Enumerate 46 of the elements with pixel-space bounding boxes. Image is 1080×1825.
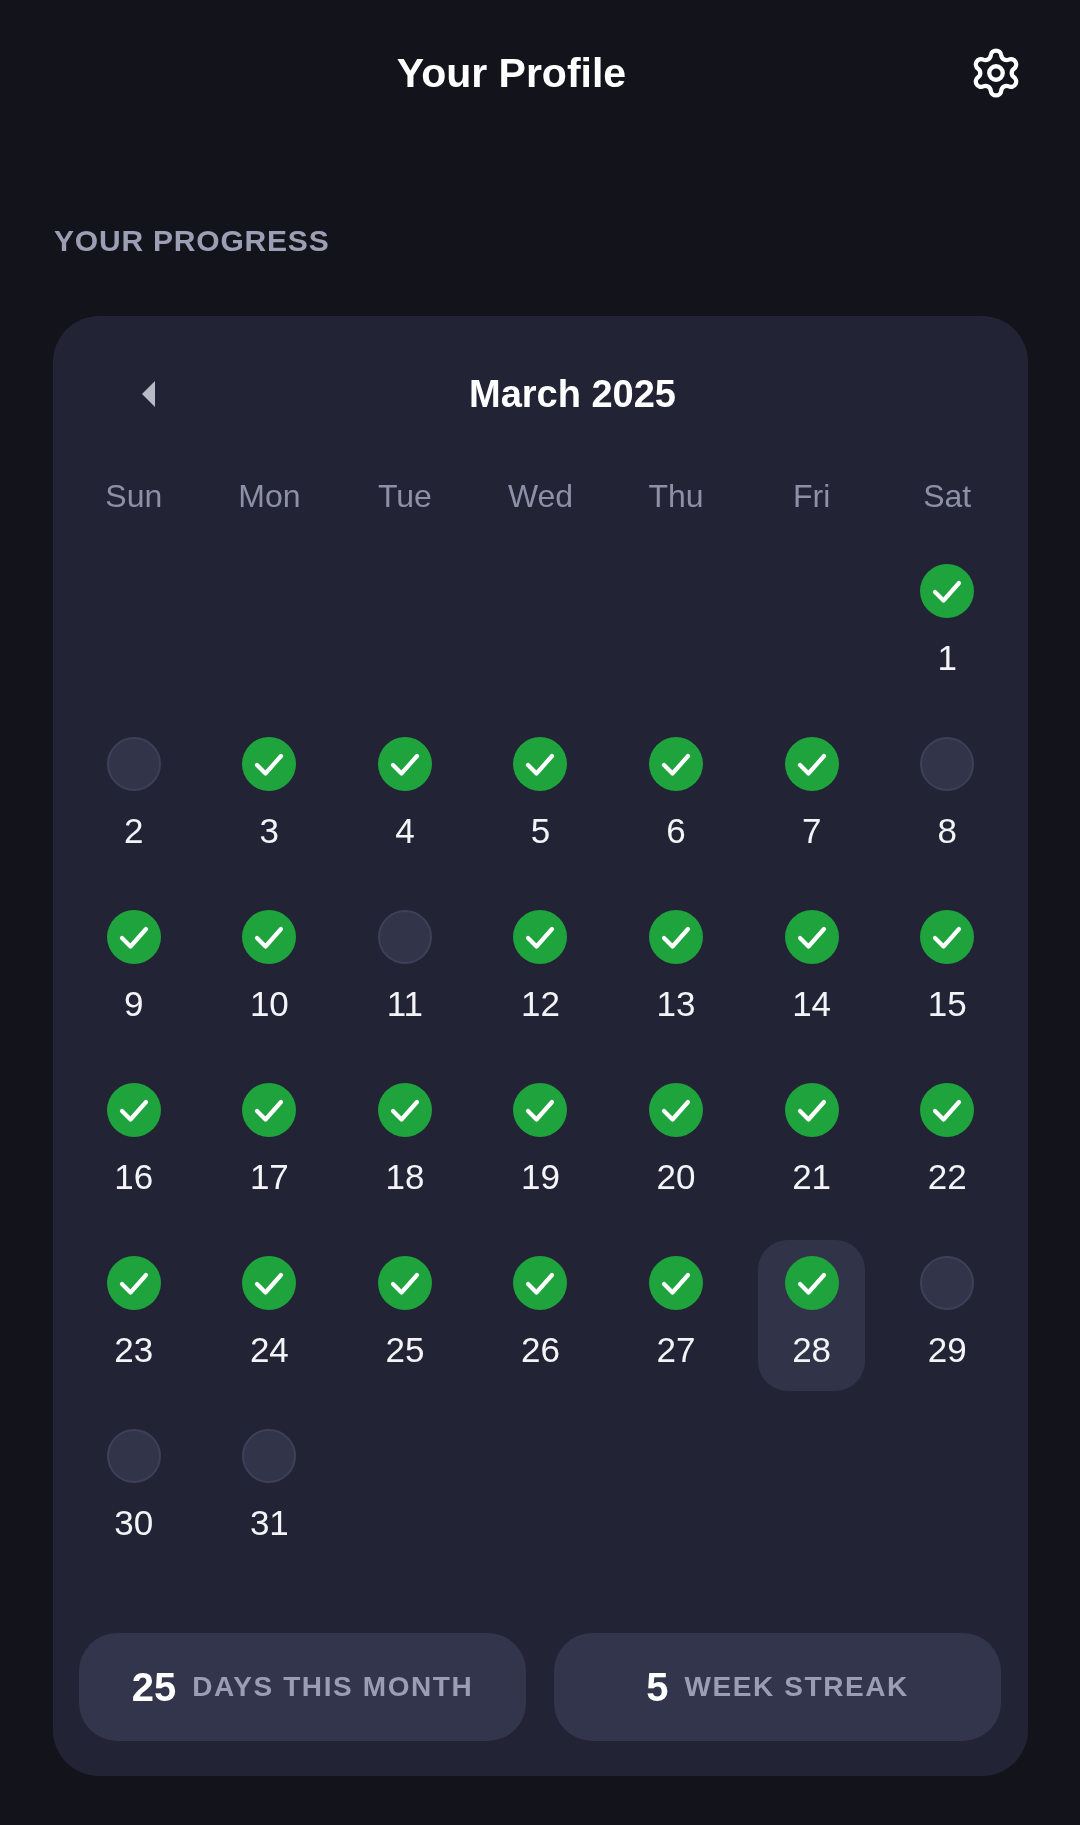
calendar-day[interactable]: 16 bbox=[80, 1067, 188, 1218]
calendar-day[interactable]: 18 bbox=[351, 1067, 459, 1218]
stat-label: WEEK STREAK bbox=[684, 1671, 909, 1703]
stat-value: 25 bbox=[131, 1664, 177, 1710]
weekday-label: Sat bbox=[922, 477, 973, 516]
calendar-day[interactable]: 4 bbox=[351, 721, 459, 872]
weekday-label: Thu bbox=[647, 477, 705, 516]
weekday-label: Wed bbox=[506, 477, 575, 516]
weekday-label: Mon bbox=[237, 477, 302, 516]
calendar-day[interactable]: 11 bbox=[351, 894, 459, 1045]
calendar-day[interactable]: 5 bbox=[487, 721, 594, 872]
weekday-label: Fri bbox=[791, 477, 832, 516]
calendar-day[interactable]: 30 bbox=[80, 1413, 188, 1564]
weekday-label: Tue bbox=[376, 477, 433, 516]
calendar-day[interactable]: 15 bbox=[893, 894, 1001, 1045]
calendar-day[interactable]: 21 bbox=[758, 1067, 866, 1218]
calendar-day[interactable]: 6 bbox=[622, 721, 730, 872]
month-title: March 2025 bbox=[468, 372, 677, 416]
calendar-day[interactable]: 14 bbox=[758, 894, 866, 1045]
calendar-day[interactable]: 23 bbox=[80, 1240, 188, 1391]
calendar-day[interactable]: 8 bbox=[893, 721, 1001, 872]
calendar-day[interactable]: 22 bbox=[893, 1067, 1001, 1218]
calendar-day[interactable]: 27 bbox=[622, 1240, 730, 1391]
calendar-day[interactable]: 12 bbox=[487, 894, 594, 1045]
calendar-day[interactable]: 13 bbox=[622, 894, 730, 1045]
calendar-day[interactable]: 19 bbox=[487, 1067, 594, 1218]
weekday-label: Sun bbox=[104, 477, 164, 516]
calendar-day[interactable]: 3 bbox=[215, 721, 323, 872]
stat-value: 5 bbox=[646, 1664, 669, 1710]
calendar-day[interactable]: 17 bbox=[215, 1067, 323, 1218]
section-title: YOUR PROGRESS bbox=[54, 224, 330, 258]
calendar-day[interactable]: 10 bbox=[215, 894, 323, 1045]
calendar-day[interactable]: 31 bbox=[215, 1413, 323, 1564]
calendar-day[interactable]: 25 bbox=[351, 1240, 459, 1391]
calendar-day[interactable]: 7 bbox=[758, 721, 866, 872]
calendar-day[interactable]: 26 bbox=[487, 1240, 594, 1391]
calendar-day[interactable]: 2 bbox=[80, 721, 188, 872]
calendar-day[interactable]: 24 bbox=[215, 1240, 323, 1391]
stat-label: DAYS THIS MONTH bbox=[192, 1671, 474, 1703]
calendar-day[interactable]: 9 bbox=[80, 894, 188, 1045]
calendar-day[interactable]: 29 bbox=[893, 1240, 1001, 1391]
calendar-day[interactable]: 1 bbox=[893, 548, 1001, 699]
caret-left-icon[interactable] bbox=[142, 381, 156, 407]
page-title: Your Profile bbox=[396, 49, 627, 97]
calendar-day[interactable]: 28 bbox=[758, 1240, 866, 1391]
calendar-day[interactable]: 20 bbox=[622, 1067, 730, 1218]
